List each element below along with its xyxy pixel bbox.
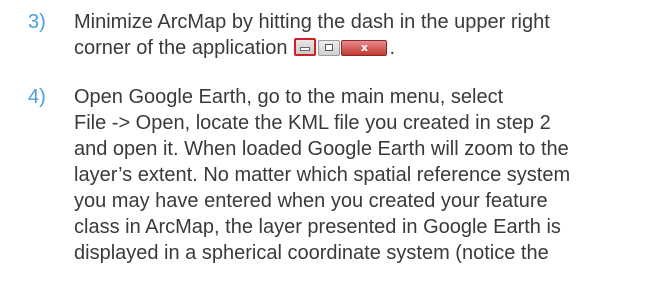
- text-fragment: corner of the application: [74, 37, 288, 59]
- minimize-icon: [294, 38, 317, 56]
- text-line: class in ArcMap, the layer presented in …: [74, 216, 561, 238]
- text-line: Open Google Earth, go to the main menu, …: [74, 86, 504, 108]
- step-number: 4): [28, 86, 46, 108]
- text-line: layer’s extent. No matter which spatial …: [74, 164, 571, 186]
- close-icon: x: [341, 40, 388, 56]
- text-line: you may have entered when you created yo…: [74, 190, 548, 212]
- window-controls-image: x: [293, 38, 388, 56]
- text-line: File -> Open, locate the KML file you cr…: [74, 112, 551, 134]
- text-line: displayed in a spherical coordinate syst…: [74, 242, 549, 264]
- text-line: corner of the application x.: [74, 35, 638, 61]
- step-text: Open Google Earth, go to the main menu, …: [74, 84, 638, 266]
- text-line: and open it. When loaded Google Earth wi…: [74, 138, 569, 160]
- maximize-icon: [318, 40, 341, 56]
- step-4: 4) Open Google Earth, go to the main men…: [28, 84, 638, 266]
- step-3: 3) Minimize ArcMap by hitting the dash i…: [28, 9, 638, 61]
- text-line: Minimize ArcMap by hitting the dash in t…: [74, 11, 550, 33]
- step-number: 3): [28, 11, 46, 33]
- text-fragment: .: [389, 37, 396, 59]
- step-text: Minimize ArcMap by hitting the dash in t…: [74, 9, 638, 61]
